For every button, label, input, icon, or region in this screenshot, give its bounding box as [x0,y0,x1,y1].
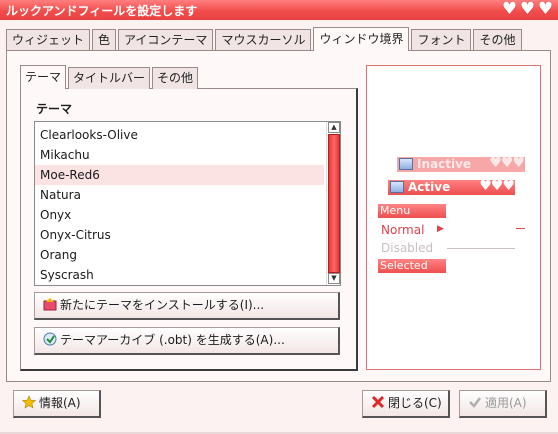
list-item-selected[interactable]: Moe-Red6 [35,165,324,185]
window-controls: ♥ ♥ ♥ [501,1,554,18]
preview-active-window: Active ♥♥♥ [388,178,515,195]
list-item[interactable]: Syscrash [35,265,324,285]
window-title: ルックアンドフィールを設定します [6,4,198,18]
scrollbar-thumb[interactable] [328,134,340,273]
apply-button-label: 適用(A) [485,396,527,410]
tab-mouse-cursor[interactable]: マウスカーソル [215,29,312,51]
preview-selected-item: Selected [378,259,446,273]
list-item[interactable]: Clearlooks-Olive [35,125,324,145]
close-button-label: 閉じる(C) [388,396,442,410]
main-tabs: ウィジェット 色 アイコンテーマ マウスカーソル ウィンドウ境界 フォント その… [6,27,524,51]
preview-inactive-heart-icons: ♥♥♥ [489,155,525,171]
list-item[interactable]: Orang [35,245,324,265]
list-item[interactable]: Mikachu [35,145,324,165]
scroll-down-icon[interactable]: ▼ [328,273,340,284]
tab-icon-theme[interactable]: アイコンテーマ [118,29,214,51]
tab-font[interactable]: フォント [411,29,472,51]
preview-inactive-title: Inactive [417,157,472,171]
subtab-other[interactable]: その他 [152,67,199,89]
submenu-arrow-icon: ▶ [437,224,444,234]
apply-button[interactable]: 適用(A) [459,390,547,418]
install-theme-button[interactable]: 新たにテーマをインストールする(I)... [34,292,340,320]
sub-tabs: テーマ タイトルバー その他 [20,65,200,89]
preview-active-title: Active [408,180,451,194]
x-icon [371,393,385,409]
maximize-heart-icon[interactable]: ♥ [519,1,536,18]
preview-active-heart-icons: ♥♥♥ [479,178,515,194]
tab-window-border[interactable]: ウィンドウ境界 [313,27,410,51]
window-titlebar[interactable]: ルックアンドフィールを設定します ♥ ♥ ♥ [0,0,558,20]
window-icon [390,181,404,193]
list-item[interactable]: Onyx-Citrus [35,225,324,245]
preview-inactive-window: Inactive ♥♥♥ [397,155,525,172]
tab-widget[interactable]: ウィジェット [6,29,91,51]
list-item[interactable]: Onyx [35,205,324,225]
list-item[interactable]: Natura [35,185,324,205]
tab-color[interactable]: 色 [92,29,117,51]
subtab-titlebar[interactable]: タイトルバー [68,67,151,89]
preview-normal-item: Normal [381,223,425,237]
minimize-heart-icon[interactable]: ♥ [501,1,518,18]
check-icon [468,393,482,408]
preview-disabled-item: Disabled [381,241,434,255]
close-button[interactable]: 閉じる(C) [362,390,450,418]
theme-list-items: Clearlooks-Olive Mikachu Moe-Red6 Natura… [35,125,324,285]
close-heart-icon[interactable]: ♥ [537,1,554,18]
create-archive-label: テーマアーカイブ (.obt) を生成する(A)... [60,333,285,347]
theme-section-label: テーマ [36,102,73,116]
theme-list-scrollbar[interactable]: ▲ ▼ [326,122,340,285]
preview-separator [516,228,525,229]
subtab-theme[interactable]: テーマ [20,65,67,89]
window-icon [399,158,413,170]
archive-icon [43,330,57,346]
tab-other[interactable]: その他 [473,29,522,51]
info-button[interactable]: 情報(A) [13,390,101,418]
install-theme-label: 新たにテーマをインストールする(I)... [60,298,265,312]
theme-list[interactable]: Clearlooks-Olive Mikachu Moe-Red6 Natura… [34,121,341,286]
info-button-label: 情報(A) [39,396,81,410]
create-archive-button[interactable]: テーマアーカイブ (.obt) を生成する(A)... [34,327,340,355]
preview-separator-line [447,248,515,249]
preview-menu-title: Menu [378,204,446,218]
install-icon [43,295,57,311]
scroll-up-icon[interactable]: ▲ [328,122,340,133]
star-icon [21,393,37,409]
